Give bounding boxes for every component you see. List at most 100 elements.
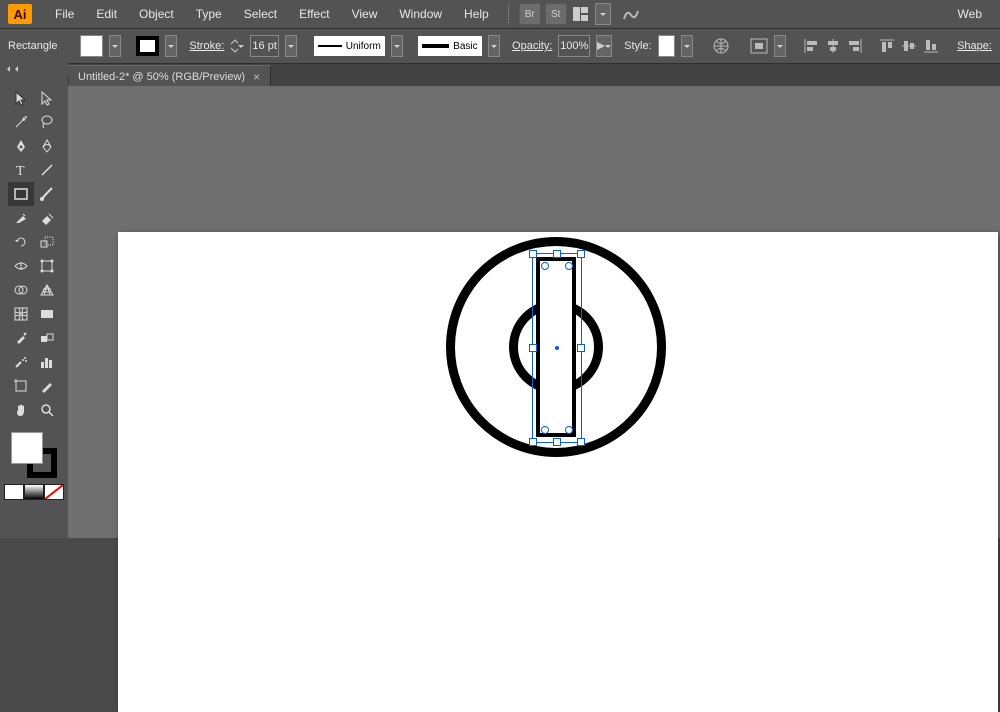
opacity-label[interactable]: Opacity: — [512, 40, 552, 52]
hand-tool-icon[interactable] — [8, 398, 34, 422]
control-bar: Rectangle Stroke: 16 pt Uniform Basic Op… — [0, 29, 1000, 64]
menu-view[interactable]: View — [343, 3, 387, 25]
zoom-tool-icon[interactable] — [34, 398, 60, 422]
corner-widget-icon[interactable] — [541, 262, 549, 270]
menu-help[interactable]: Help — [455, 3, 498, 25]
close-tab-icon[interactable]: × — [253, 70, 260, 84]
svg-text:T: T — [16, 164, 25, 178]
align-vcenter-icon[interactable] — [901, 36, 917, 56]
menu-file[interactable]: File — [46, 3, 83, 25]
document-tab-title: Untitled-2* @ 50% (RGB/Preview) — [78, 71, 245, 83]
lasso-tool-icon[interactable] — [34, 110, 60, 134]
symbol-sprayer-tool-icon[interactable] — [8, 350, 34, 374]
type-tool-icon[interactable]: T — [8, 158, 34, 182]
color-mode-gradient-icon[interactable] — [24, 484, 44, 500]
column-graph-tool-icon[interactable] — [34, 350, 60, 374]
line-tool-icon[interactable] — [34, 158, 60, 182]
width-tool-icon[interactable] — [8, 254, 34, 278]
pen-tool-icon[interactable] — [8, 134, 34, 158]
free-transform-tool-icon[interactable] — [34, 254, 60, 278]
menu-edit[interactable]: Edit — [87, 3, 126, 25]
artwork-group — [446, 237, 666, 457]
align-hcenter-icon[interactable] — [825, 36, 841, 56]
menu-effect[interactable]: Effect — [290, 3, 338, 25]
corner-widget-icon[interactable] — [541, 426, 549, 434]
gradient-tool-icon[interactable] — [34, 302, 60, 326]
eraser-tool-icon[interactable] — [34, 206, 60, 230]
paintbrush-tool-icon[interactable] — [34, 182, 60, 206]
stroke-stepper[interactable] — [230, 36, 244, 56]
stroke-profile-dropdown[interactable] — [391, 35, 403, 57]
mesh-tool-icon[interactable] — [8, 302, 34, 326]
fill-stroke-indicator[interactable] — [11, 432, 57, 478]
menu-object[interactable]: Object — [130, 3, 183, 25]
blend-tool-icon[interactable] — [34, 326, 60, 350]
align-right-icon[interactable] — [847, 36, 863, 56]
selection-handle[interactable] — [577, 344, 585, 352]
align-bottom-icon[interactable] — [923, 36, 939, 56]
arrange-documents-dropdown[interactable] — [595, 3, 611, 25]
shaper-tool-icon[interactable] — [8, 206, 34, 230]
stroke-swatch[interactable] — [136, 36, 159, 56]
stroke-dropdown[interactable] — [165, 35, 177, 57]
selection-handle[interactable] — [529, 344, 537, 352]
selection-handle[interactable] — [529, 250, 537, 258]
selection-handle[interactable] — [553, 438, 561, 446]
workspace-switcher[interactable]: Web — [948, 3, 992, 25]
stroke-profile-label: Uniform — [346, 41, 381, 52]
fill-color-box[interactable] — [11, 432, 43, 464]
align-to-dropdown[interactable] — [774, 35, 786, 57]
shape-label[interactable]: Shape: — [957, 40, 992, 52]
style-swatch[interactable] — [658, 35, 675, 57]
slice-tool-icon[interactable] — [34, 374, 60, 398]
magic-wand-tool-icon[interactable] — [8, 110, 34, 134]
perspective-grid-tool-icon[interactable] — [34, 278, 60, 302]
selection-bounding-box — [532, 253, 582, 443]
selection-handle[interactable] — [577, 438, 585, 446]
bridge-icon[interactable]: Br — [519, 3, 541, 25]
curvature-tool-icon[interactable] — [34, 134, 60, 158]
style-dropdown[interactable] — [681, 35, 693, 57]
brush-label: Basic — [453, 41, 477, 52]
stroke-profile-select[interactable]: Uniform — [314, 36, 385, 56]
fill-dropdown[interactable] — [109, 35, 121, 57]
eyedropper-tool-icon[interactable] — [8, 326, 34, 350]
stroke-label[interactable]: Stroke: — [189, 40, 224, 52]
brush-select[interactable]: Basic — [418, 36, 481, 56]
fill-swatch[interactable] — [80, 35, 103, 57]
menu-select[interactable]: Select — [235, 3, 286, 25]
artboard-tool-icon[interactable] — [8, 374, 34, 398]
expand-panels-handle[interactable] — [0, 62, 68, 77]
gpu-icon[interactable] — [621, 4, 641, 24]
selection-handle[interactable] — [577, 250, 585, 258]
document-tab[interactable]: Untitled-2* @ 50% (RGB/Preview) × — [68, 65, 271, 88]
color-mode-solid-icon[interactable] — [4, 484, 24, 500]
opacity-dropdown[interactable] — [596, 35, 612, 57]
direct-selection-tool-icon[interactable] — [34, 86, 60, 110]
arrange-documents-icon[interactable] — [571, 4, 591, 24]
stroke-weight-input[interactable]: 16 pt — [250, 35, 279, 57]
canvas-area[interactable] — [68, 86, 1000, 538]
menu-type[interactable]: Type — [187, 3, 231, 25]
opacity-input[interactable]: 100% — [558, 35, 590, 57]
corner-widget-icon[interactable] — [565, 426, 573, 434]
selection-handle[interactable] — [529, 438, 537, 446]
toolbox: T — [0, 76, 69, 538]
color-mode-none-icon[interactable] — [44, 484, 64, 500]
align-left-icon[interactable] — [803, 36, 819, 56]
menu-window[interactable]: Window — [390, 3, 451, 25]
rectangle-tool-icon[interactable] — [8, 182, 34, 206]
stroke-weight-dropdown[interactable] — [285, 35, 297, 57]
selection-tool-icon[interactable] — [8, 86, 34, 110]
artboard[interactable] — [118, 232, 998, 712]
rotate-tool-icon[interactable] — [8, 230, 34, 254]
corner-widget-icon[interactable] — [565, 262, 573, 270]
selection-handle[interactable] — [553, 250, 561, 258]
align-to-artboard-icon[interactable] — [750, 36, 768, 56]
shape-builder-tool-icon[interactable] — [8, 278, 34, 302]
stock-icon[interactable]: St — [545, 3, 567, 25]
recolor-icon[interactable] — [712, 36, 730, 56]
align-top-icon[interactable] — [879, 36, 895, 56]
scale-tool-icon[interactable] — [34, 230, 60, 254]
brush-dropdown[interactable] — [488, 35, 500, 57]
